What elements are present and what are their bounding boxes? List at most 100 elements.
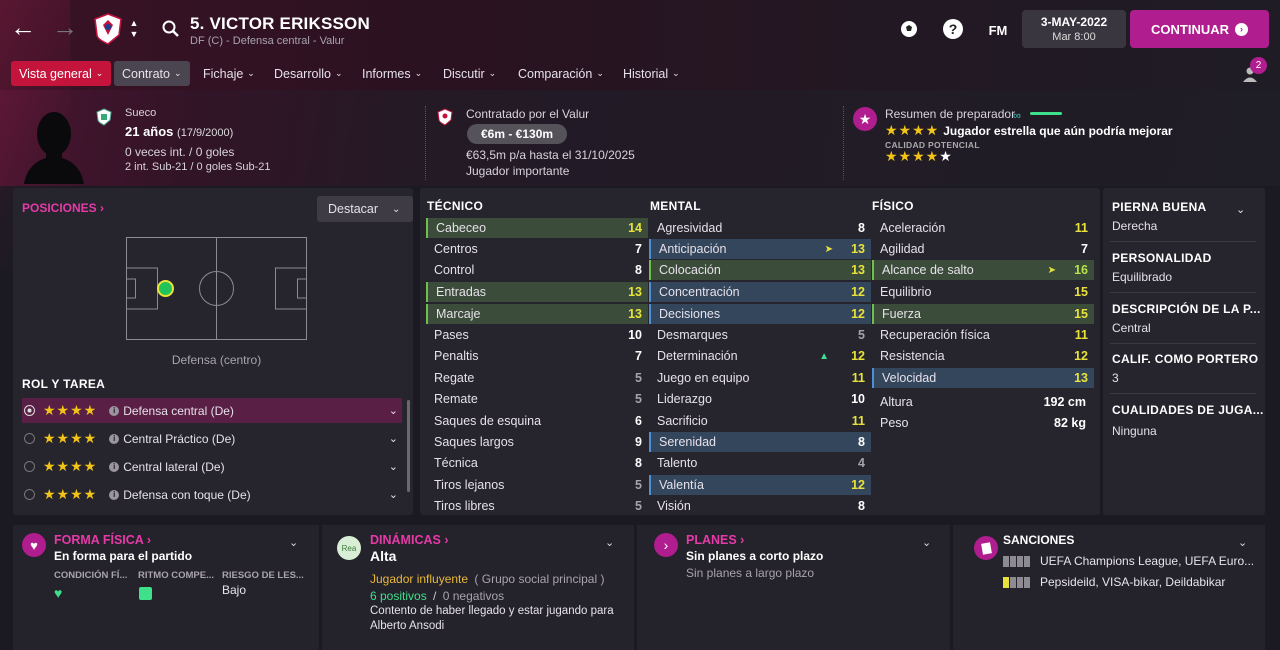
info-icon[interactable]: i bbox=[109, 433, 120, 444]
attribute-row[interactable]: Sacrificio 11 bbox=[649, 411, 871, 431]
attribute-row[interactable]: Marcaje 13 bbox=[426, 304, 648, 324]
attribute-row[interactable]: Centros 7 bbox=[426, 239, 648, 259]
plans-title[interactable]: PLANES › bbox=[686, 533, 744, 547]
attribute-name: Colocación bbox=[659, 263, 721, 277]
attribute-row[interactable]: Desmarques 5 bbox=[649, 325, 871, 345]
chevron-down-icon[interactable]: ⌄ bbox=[289, 536, 298, 549]
short-term-plan: Sin planes a corto plazo bbox=[686, 549, 824, 563]
help-icon[interactable]: ? bbox=[943, 19, 963, 39]
highlight-dropdown[interactable]: Destacar ⌄ bbox=[317, 196, 413, 222]
attribute-name: Recuperación física bbox=[880, 328, 990, 342]
attribute-row[interactable]: Pases 10 bbox=[426, 325, 648, 345]
club-crest-icon[interactable] bbox=[92, 13, 124, 45]
radio-button[interactable] bbox=[24, 433, 35, 444]
tab-overview[interactable]: Vista general ⌄ bbox=[11, 61, 112, 86]
attribute-row[interactable]: Valentía 12 bbox=[649, 475, 871, 495]
sanction-row: Pepsideild, VISA-bikar, Deildabikar bbox=[1003, 575, 1225, 589]
tab-history[interactable]: Historial ⌄ bbox=[615, 61, 688, 86]
attribute-row[interactable]: Agilidad 7 bbox=[872, 239, 1094, 259]
attribute-value: 7 bbox=[1081, 242, 1088, 256]
role-row[interactable]: ★★★★ i Defensa central (De) ⌄ bbox=[22, 398, 402, 423]
tab-compare[interactable]: Comparación ⌄ bbox=[510, 61, 612, 86]
chevron-down-icon[interactable]: ⌄ bbox=[1238, 536, 1247, 549]
attribute-row[interactable]: Recuperación física 11 bbox=[872, 325, 1094, 345]
attribute-row[interactable]: Concentración 12 bbox=[649, 282, 871, 302]
chevron-down-icon[interactable]: ⌄ bbox=[605, 536, 614, 549]
attribute-row[interactable]: Determinación ▲ 12 bbox=[649, 346, 871, 366]
continue-button[interactable]: CONTINUAR › bbox=[1130, 10, 1269, 48]
injury-risk-label: RIESGO DE LES... bbox=[222, 570, 304, 581]
attribute-row[interactable]: Tiros lejanos 5 bbox=[426, 475, 648, 495]
attribute-row[interactable]: Serenidad 8 bbox=[649, 432, 871, 452]
tab-reports[interactable]: Informes ⌄ bbox=[354, 61, 430, 86]
attribute-row[interactable]: Alcance de salto ➤ 16 bbox=[872, 260, 1094, 280]
info-icon[interactable]: i bbox=[109, 461, 120, 472]
attribute-name: Tiros libres bbox=[434, 499, 495, 513]
attribute-name: Cabeceo bbox=[436, 221, 487, 235]
dynamics-title[interactable]: DINÁMICAS › bbox=[370, 533, 448, 547]
attribute-row[interactable]: Liderazgo 10 bbox=[649, 389, 871, 409]
club-switch-chevrons-icon[interactable]: ▲ ▼ bbox=[128, 16, 140, 42]
attribute-row[interactable]: Visión 8 bbox=[649, 496, 871, 516]
info-icon[interactable]: i bbox=[109, 489, 120, 500]
chevron-down-icon[interactable]: ⌄ bbox=[922, 536, 931, 549]
tab-discuss[interactable]: Discutir ⌄ bbox=[435, 61, 504, 86]
chevron-down-icon[interactable]: ⌄ bbox=[389, 432, 398, 445]
role-row[interactable]: ★★★★ i Defensa con toque (De) ⌄ bbox=[22, 482, 402, 507]
attribute-row[interactable]: Penaltis 7 bbox=[426, 346, 648, 366]
fm-menu-button[interactable]: FM bbox=[985, 21, 1011, 39]
influence-status: Jugador influyente bbox=[370, 572, 469, 586]
role-row[interactable]: ★★★★ i Central Práctico (De) ⌄ bbox=[22, 426, 402, 451]
role-row[interactable]: ★★★★ i Central lateral (De) ⌄ bbox=[22, 454, 402, 479]
attribute-row[interactable]: Regate 5 bbox=[426, 368, 648, 388]
attribute-value: 12 bbox=[1074, 349, 1088, 363]
attribute-row[interactable]: Juego en equipo 11 bbox=[649, 368, 871, 388]
ball-icon[interactable] bbox=[899, 19, 919, 39]
chevron-down-icon[interactable]: ⌄ bbox=[389, 488, 398, 501]
attribute-row[interactable]: Agresividad 8 bbox=[649, 218, 871, 238]
back-arrow-icon[interactable]: ← bbox=[10, 12, 36, 42]
tab-contract[interactable]: Contrato ⌄ bbox=[114, 61, 190, 86]
chevron-down-icon: ⌄ bbox=[173, 68, 182, 78]
attribute-row[interactable]: Talento 4 bbox=[649, 453, 871, 473]
attribute-value: 12 bbox=[851, 478, 865, 492]
date-box[interactable]: 3-MAY-2022 Mar 8:00 bbox=[1022, 10, 1126, 48]
wage: €63,5m p/a hasta el 31/10/2025 bbox=[466, 148, 635, 162]
attribute-row[interactable]: Saques de esquina 6 bbox=[426, 411, 648, 431]
tab-development[interactable]: Desarrollo ⌄ bbox=[266, 61, 351, 86]
chevron-down-icon[interactable]: ⌄ bbox=[1236, 203, 1245, 216]
attribute-row[interactable]: Decisiones 12 bbox=[649, 304, 871, 324]
attribute-row[interactable]: Aceleración 11 bbox=[872, 218, 1094, 238]
fitness-title[interactable]: FORMA FÍSICA › bbox=[54, 533, 151, 547]
attribute-row[interactable]: Resistencia 12 bbox=[872, 346, 1094, 366]
value-range-pill[interactable]: €6m - €130m bbox=[467, 124, 568, 144]
attribute-row[interactable]: Colocación 13 bbox=[649, 260, 871, 280]
attribute-row[interactable]: Saques largos 9 bbox=[426, 432, 648, 452]
radio-button[interactable] bbox=[24, 405, 35, 416]
divider bbox=[1110, 241, 1256, 242]
radio-button[interactable] bbox=[24, 461, 35, 472]
attribute-row[interactable]: Remate 5 bbox=[426, 389, 648, 409]
roles-scrollbar[interactable] bbox=[407, 400, 410, 492]
chevron-down-icon[interactable]: ⌄ bbox=[389, 460, 398, 473]
attribute-row[interactable]: Fuerza 15 bbox=[872, 304, 1094, 324]
attribute-row[interactable]: Velocidad 13 bbox=[872, 368, 1094, 388]
forward-arrow-icon[interactable]: → bbox=[52, 12, 78, 42]
condition-heart-icon: ♥ bbox=[54, 585, 63, 601]
info-icon[interactable]: i bbox=[109, 405, 120, 416]
attribute-row[interactable]: Anticipación ➤ 13 bbox=[649, 239, 871, 259]
attribute-row[interactable]: Control 8 bbox=[426, 260, 648, 280]
attribute-value: 11 bbox=[851, 414, 865, 428]
attribute-row[interactable]: Equilibrio 15 bbox=[872, 282, 1094, 302]
attribute-row[interactable]: Tiros libres 5 bbox=[426, 496, 648, 516]
search-icon[interactable] bbox=[160, 18, 182, 40]
tab-transfer[interactable]: Fichaje ⌄ bbox=[195, 61, 263, 86]
radio-button[interactable] bbox=[24, 489, 35, 500]
attribute-row[interactable]: Entradas 13 bbox=[426, 282, 648, 302]
attribute-name: Agilidad bbox=[880, 242, 925, 256]
attribute-row[interactable]: Técnica 8 bbox=[426, 453, 648, 473]
attribute-name: Saques de esquina bbox=[434, 414, 542, 428]
positions-title[interactable]: POSICIONES › bbox=[22, 201, 104, 215]
attribute-row[interactable]: Cabeceo 14 bbox=[426, 218, 648, 238]
chevron-down-icon[interactable]: ⌄ bbox=[389, 404, 398, 417]
